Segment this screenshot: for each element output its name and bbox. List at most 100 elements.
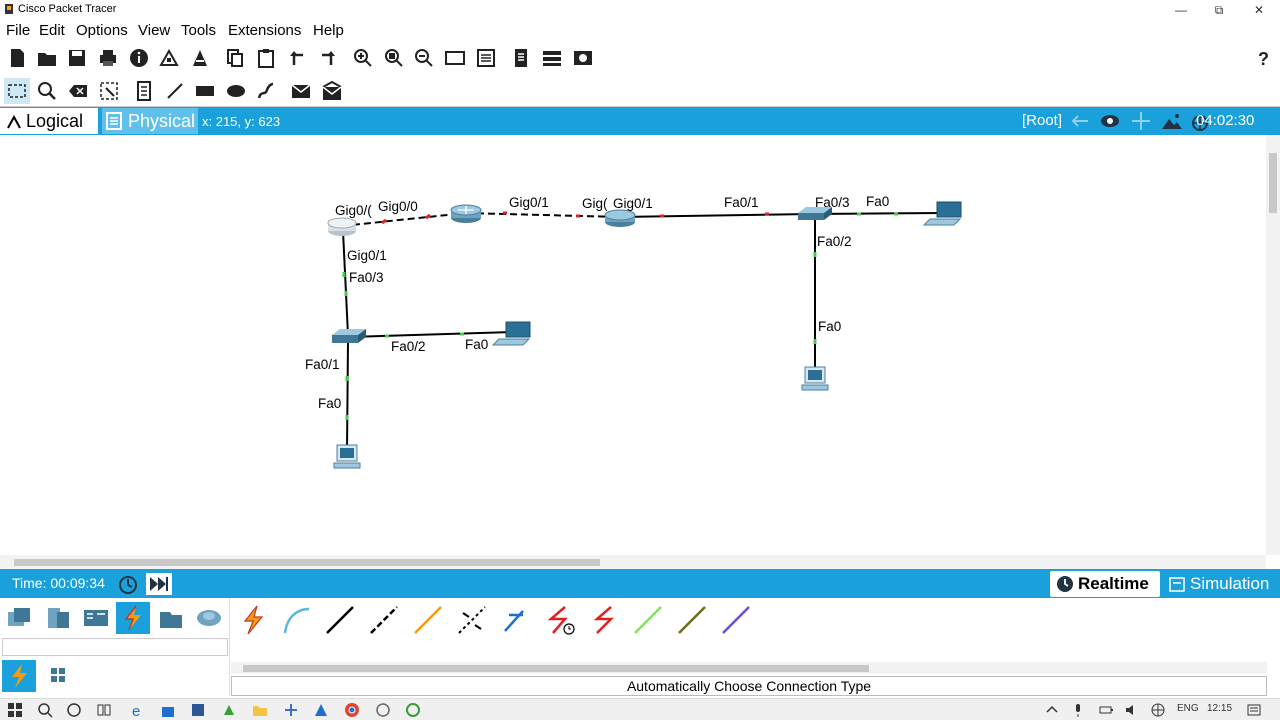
drawing-palette-icon[interactable] [442, 45, 468, 71]
language-indicator[interactable]: ENG [1177, 703, 1199, 714]
menu-tools[interactable]: Tools [181, 22, 216, 39]
freeform-icon[interactable] [253, 78, 279, 104]
draw-ellipse-icon[interactable] [223, 78, 249, 104]
app-icon[interactable] [313, 702, 329, 718]
laptop-icon[interactable] [491, 321, 531, 346]
draw-line-icon[interactable] [162, 78, 188, 104]
minimize-button[interactable]: — [1162, 0, 1200, 20]
activity-wizard-icon[interactable] [187, 45, 213, 71]
volume-icon[interactable] [1124, 702, 1140, 718]
scrollbar-thumb[interactable] [243, 665, 869, 672]
app-icon[interactable] [190, 702, 206, 718]
menu-help[interactable]: Help [313, 22, 344, 39]
save-icon[interactable] [64, 45, 90, 71]
notifications-icon[interactable] [1246, 702, 1262, 718]
device-rack-icon[interactable] [539, 45, 565, 71]
packet-tracer-taskbar-icon[interactable] [405, 702, 421, 718]
switch-icon[interactable] [332, 329, 366, 343]
menu-extensions[interactable]: Extensions [228, 22, 301, 39]
microphone-icon[interactable] [1070, 702, 1086, 718]
background-image-icon[interactable] [1160, 110, 1184, 132]
task-view-icon[interactable] [96, 702, 112, 718]
simulation-mode-button[interactable]: Simulation [1164, 571, 1280, 597]
usb-cable-icon[interactable] [716, 602, 756, 638]
copper-cross-over-icon[interactable] [364, 602, 404, 638]
menu-view[interactable]: View [138, 22, 170, 39]
multiuser-connection-icon[interactable] [192, 602, 226, 634]
fast-forward-icon[interactable] [146, 573, 172, 595]
store-icon[interactable] [160, 702, 176, 718]
link-r3-sw2[interactable] [619, 213, 813, 218]
grid-view-icon[interactable] [41, 660, 75, 692]
file-explorer-icon[interactable] [252, 702, 268, 718]
chevron-up-icon[interactable] [1044, 702, 1060, 718]
fiber-icon[interactable] [408, 602, 448, 638]
move-object-icon[interactable] [1129, 110, 1153, 132]
inspect-icon[interactable] [34, 78, 60, 104]
canvas-horizontal-scrollbar[interactable] [0, 555, 1266, 569]
select-icon[interactable] [4, 78, 30, 104]
help-icon[interactable]: ? [1250, 45, 1276, 71]
chrome-icon[interactable] [344, 702, 360, 718]
serial-dte-icon[interactable] [584, 602, 624, 638]
open-folder-icon[interactable] [34, 45, 60, 71]
connections-icon[interactable] [116, 602, 150, 634]
resize-shape-icon[interactable] [96, 78, 122, 104]
router-icon[interactable] [450, 204, 482, 223]
iot-custom-cable-icon[interactable] [672, 602, 712, 638]
console-cable-icon[interactable] [276, 602, 316, 638]
auto-connection-icon[interactable] [232, 602, 272, 638]
network-wizard-icon[interactable] [156, 45, 182, 71]
pc-icon[interactable] [333, 444, 361, 469]
add-simple-pdu-icon[interactable] [288, 78, 314, 104]
end-devices-icon[interactable] [41, 602, 75, 634]
connections-subcategory-icon[interactable] [2, 660, 36, 692]
router-icon[interactable] [604, 209, 636, 227]
pc-icon[interactable] [801, 366, 829, 391]
device-search-input[interactable] [2, 638, 228, 656]
serial-dce-icon[interactable] [540, 602, 580, 638]
restore-button[interactable]: ⧉ [1200, 0, 1238, 20]
network-devices-icon[interactable] [2, 602, 36, 634]
scrollbar-thumb[interactable] [14, 559, 600, 566]
custom-device-icon[interactable] [473, 45, 499, 71]
router-icon[interactable] [327, 217, 357, 236]
redo-icon[interactable] [315, 45, 341, 71]
root-breadcrumb[interactable]: [Root] [1022, 112, 1062, 129]
copy-icon[interactable] [222, 45, 248, 71]
cortana-icon[interactable] [66, 702, 82, 718]
canvas-vertical-scrollbar[interactable] [1266, 135, 1280, 555]
undo-icon[interactable] [284, 45, 310, 71]
back-icon[interactable] [1068, 110, 1092, 132]
add-complex-pdu-icon[interactable] [319, 78, 345, 104]
notes-icon[interactable] [508, 45, 534, 71]
menu-edit[interactable]: Edit [39, 22, 65, 39]
phone-cable-icon[interactable] [452, 602, 492, 638]
components-icon[interactable] [79, 602, 113, 634]
screenshot-icon[interactable] [570, 45, 596, 71]
delete-icon[interactable] [65, 78, 91, 104]
octal-cable-icon[interactable] [628, 602, 668, 638]
tab-logical[interactable]: Logical [0, 108, 98, 134]
zoom-reset-icon[interactable] [381, 45, 407, 71]
cluster-icon[interactable] [1098, 110, 1122, 132]
paste-icon[interactable] [253, 45, 279, 71]
link-sw1-pc1[interactable] [346, 340, 349, 452]
network-icon[interactable] [1150, 702, 1166, 718]
print-icon[interactable] [95, 45, 121, 71]
coaxial-cable-icon[interactable] [496, 602, 536, 638]
tab-physical[interactable]: Physical [102, 108, 198, 134]
link-r1-sw1[interactable] [342, 230, 349, 336]
draw-rectangle-icon[interactable] [192, 78, 218, 104]
new-file-icon[interactable] [4, 45, 30, 71]
cable-panel-scrollbar[interactable] [231, 662, 1267, 674]
close-button[interactable]: ✕ [1240, 0, 1278, 20]
zoom-in-icon[interactable] [350, 45, 376, 71]
place-note-icon[interactable] [131, 78, 157, 104]
power-cycle-icon[interactable] [117, 573, 139, 595]
miscellaneous-icon[interactable] [154, 602, 188, 634]
app-icon[interactable] [283, 702, 299, 718]
link-r2-r3[interactable] [465, 212, 621, 218]
menu-file[interactable]: File [6, 22, 30, 39]
scrollbar-thumb[interactable] [1269, 153, 1277, 213]
